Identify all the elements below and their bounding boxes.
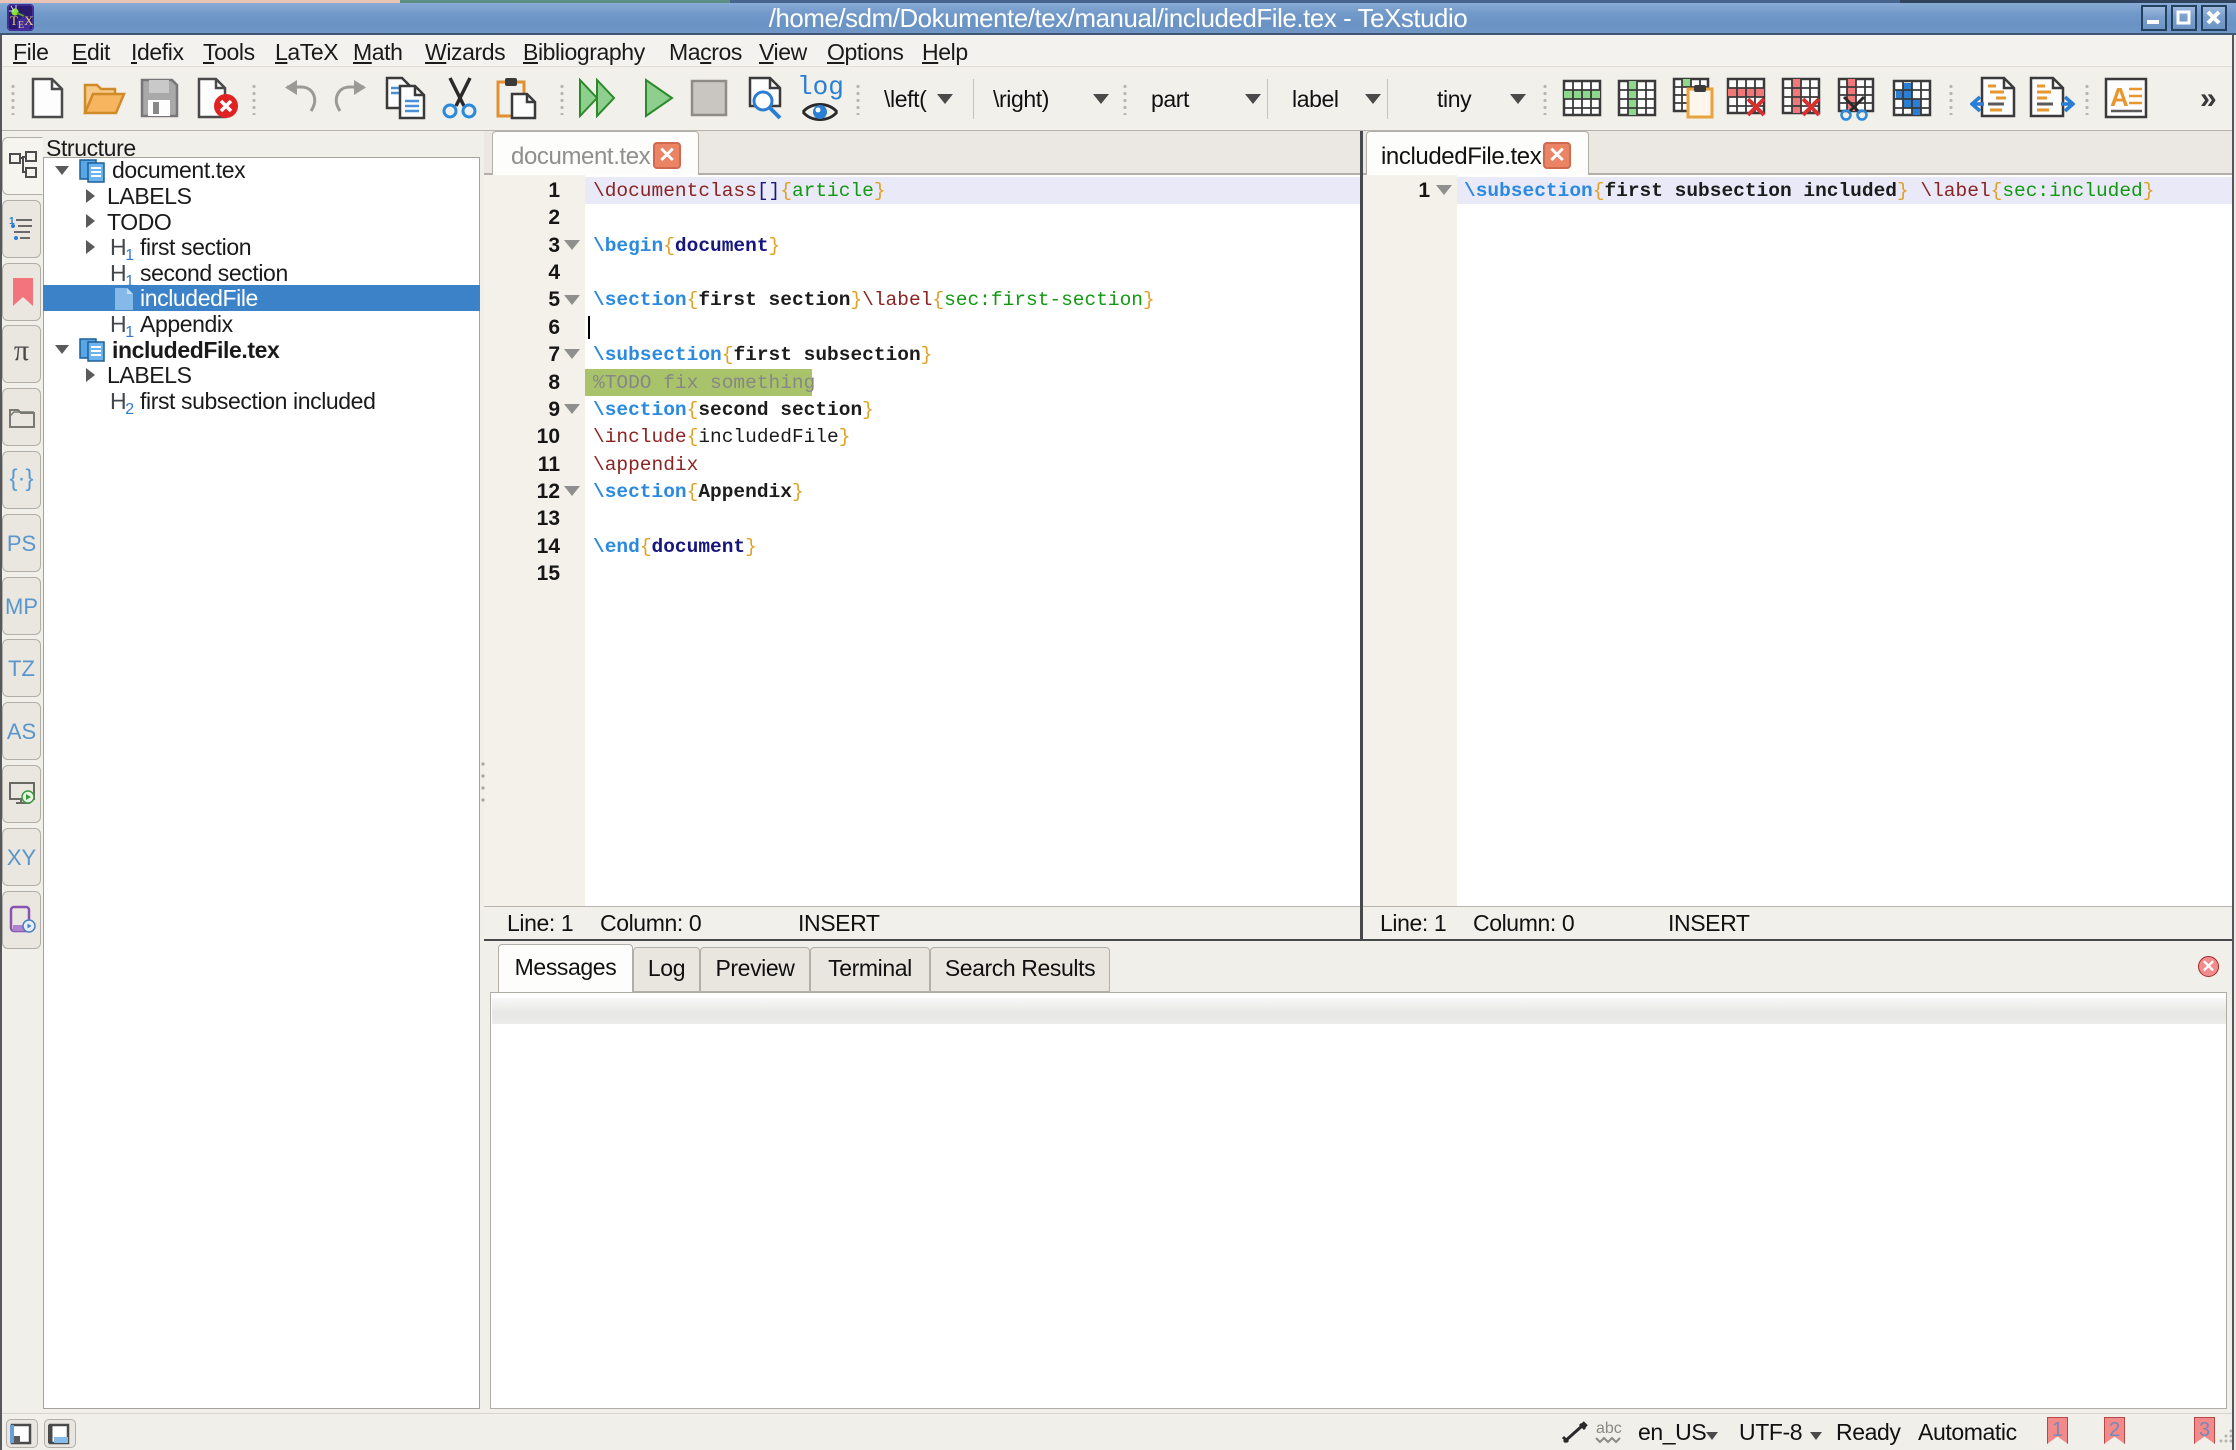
svg-text:abc: abc bbox=[1596, 1420, 1622, 1437]
svg-text:A: A bbox=[2110, 82, 2129, 112]
svg-text:log: log bbox=[797, 72, 844, 102]
